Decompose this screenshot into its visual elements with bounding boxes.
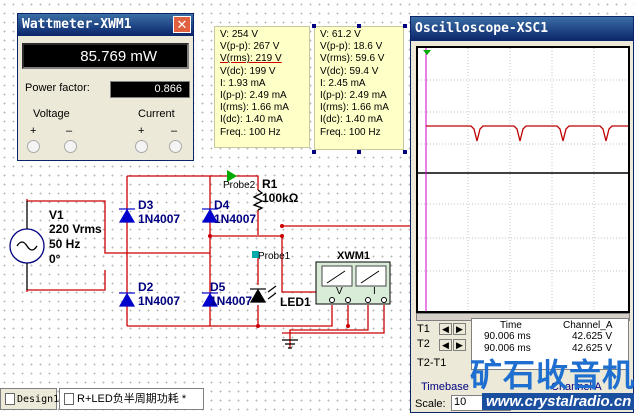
schematic-icon <box>64 393 74 406</box>
source-phase: 0° <box>49 252 61 266</box>
t2-right-button[interactable]: ▶ <box>453 339 466 351</box>
probe1-line: Freq.: 100 Hz <box>320 126 381 138</box>
wattmeter-title: Wattmeter-XWM1 <box>22 17 132 32</box>
t2-t1-label: T2-T1 <box>417 357 447 369</box>
probe1-line: V(p-p): 18.6 V <box>320 41 383 53</box>
probe1-line: V: 61.2 V <box>320 29 361 40</box>
probe2-line: V(p-p): 267 V <box>220 41 280 53</box>
probe2-line: I(p-p): 2.49 mA <box>220 90 287 102</box>
t1-time-value: 90.006 ms <box>484 331 531 342</box>
probe2-line: V(dc): 199 V <box>220 65 276 77</box>
tab-active-design[interactable]: R+LED负半周期功耗 * <box>59 388 204 410</box>
resistor-value: 100kΩ <box>262 191 299 205</box>
probe1-line: V(rms): 59.6 V <box>320 53 385 65</box>
tab-design1[interactable]: Design1 <box>0 388 60 410</box>
watermark-cn: 矿石收音机 <box>470 356 634 394</box>
wattmeter-window[interactable]: Wattmeter-XWM1 ✕ 85.769 mW Power factor:… <box>17 13 194 161</box>
wattmeter-titlebar[interactable]: Wattmeter-XWM1 <box>18 14 193 36</box>
oscilloscope-plot <box>418 48 628 311</box>
current-plus-terminal[interactable] <box>135 140 148 153</box>
t2-left-button[interactable]: ◀ <box>439 339 452 351</box>
probe1-line: I(rms): 1.66 mA <box>320 102 389 114</box>
selection-handle[interactable] <box>357 150 361 154</box>
voltage-label: Voltage <box>33 108 70 120</box>
selection-handle[interactable] <box>312 150 316 154</box>
selection-handle[interactable] <box>312 24 316 28</box>
current-plus-label: + <box>138 125 145 137</box>
probe1-line: I: 2.45 mA <box>320 77 366 89</box>
t1-left-button[interactable]: ◀ <box>439 323 452 335</box>
selection-handle[interactable] <box>357 24 361 28</box>
tab-label: R+LED负半周期功耗 * <box>77 393 187 405</box>
resistor-label: R1 <box>262 177 278 191</box>
scale-value: 10 <box>454 396 467 408</box>
led-label: LED1 <box>280 295 311 309</box>
voltage-plus-terminal[interactable] <box>27 140 40 153</box>
probe2-line: V(rms): 219 V <box>220 53 282 65</box>
probe1-line: V(dc): 59.4 V <box>320 65 379 77</box>
t1-label: T1 <box>417 323 430 335</box>
t2-label: T2 <box>417 338 430 350</box>
diode-d2-part: 1N4007 <box>138 294 181 308</box>
power-reading: 85.769 mW <box>80 48 157 65</box>
voltage-plus-label: + <box>30 125 37 137</box>
diode-d4-label: D4 <box>214 198 230 212</box>
selection-handle[interactable] <box>403 150 407 154</box>
source-frequency: 50 Hz <box>49 237 81 251</box>
diode-d3-part: 1N4007 <box>138 212 181 226</box>
voltage-minus-terminal[interactable] <box>64 140 77 153</box>
watermark-url: www.crystalradio.cn <box>482 393 634 410</box>
probe2-line: I: 1.93 mA <box>220 77 266 89</box>
power-factor-label: Power factor: <box>25 82 90 94</box>
timebase-label: Timebase <box>421 381 469 393</box>
xwm1-i-label: I <box>373 286 376 297</box>
t1-right-button[interactable]: ▶ <box>453 323 466 335</box>
diode-d4-part: 1N4007 <box>214 212 257 226</box>
probe1-readout[interactable]: V: 61.2 V V(p-p): 18.6 V V(rms): 59.6 V … <box>314 26 404 150</box>
time-column-header: Time <box>500 320 522 331</box>
source-value: 220 Vrms <box>49 222 102 236</box>
channel-column-header: Channel_A <box>563 320 613 331</box>
probe1-line: I(p-p): 2.49 mA <box>320 90 387 102</box>
selection-handle[interactable] <box>403 24 407 28</box>
close-button[interactable]: ✕ <box>173 16 191 33</box>
probe2-line: I(dc): 1.40 mA <box>220 114 283 126</box>
diode-d2-label: D2 <box>138 280 154 294</box>
current-minus-terminal[interactable] <box>169 140 182 153</box>
power-factor-value: 0.866 <box>154 83 182 95</box>
diode-d3 <box>118 208 136 223</box>
voltage-minus-label: – <box>66 125 73 137</box>
schematic-icon <box>5 393 15 406</box>
probe1-label: Probe1 <box>258 251 291 262</box>
current-label: Current <box>138 108 175 120</box>
probe1-line: I(dc): 1.40 mA <box>320 114 383 126</box>
watermark-logo: 矿石收音机 www.crystalradio.cn <box>470 348 634 413</box>
oscilloscope-screen[interactable] <box>416 46 630 313</box>
probe2-label: Probe2 <box>223 180 256 191</box>
probe2-line: I(rms): 1.66 mA <box>220 102 289 114</box>
diode-d2 <box>118 292 136 307</box>
probe2-readout[interactable]: V: 254 V V(p-p): 267 V V(rms): 219 V V(d… <box>214 26 310 148</box>
t1-channel-value: 42.625 V <box>572 331 613 342</box>
xwm1-v-label: V <box>336 286 343 297</box>
probe2-line: Freq.: 100 Hz <box>220 126 281 138</box>
xwm1-label: XWM1 <box>337 250 370 262</box>
tab-label: Design1 <box>17 394 60 405</box>
led-symbol <box>249 288 267 303</box>
current-minus-label: – <box>171 125 178 137</box>
oscilloscope-titlebar[interactable]: Oscilloscope-XSC1 <box>411 17 633 41</box>
diode-d5-part: 1N4007 <box>210 294 253 308</box>
power-reading-display: 85.769 mW <box>22 43 189 69</box>
scale-label: Scale: <box>415 398 446 410</box>
source-name: V1 <box>49 208 64 222</box>
power-factor-display: 0.866 <box>110 81 190 98</box>
probe2-line: V: 254 V <box>220 29 258 40</box>
diode-d5-label: D5 <box>210 280 226 294</box>
oscilloscope-title: Oscilloscope-XSC1 <box>415 21 549 36</box>
xwm1-symbol <box>315 261 391 305</box>
diode-d3-label: D3 <box>138 198 154 212</box>
